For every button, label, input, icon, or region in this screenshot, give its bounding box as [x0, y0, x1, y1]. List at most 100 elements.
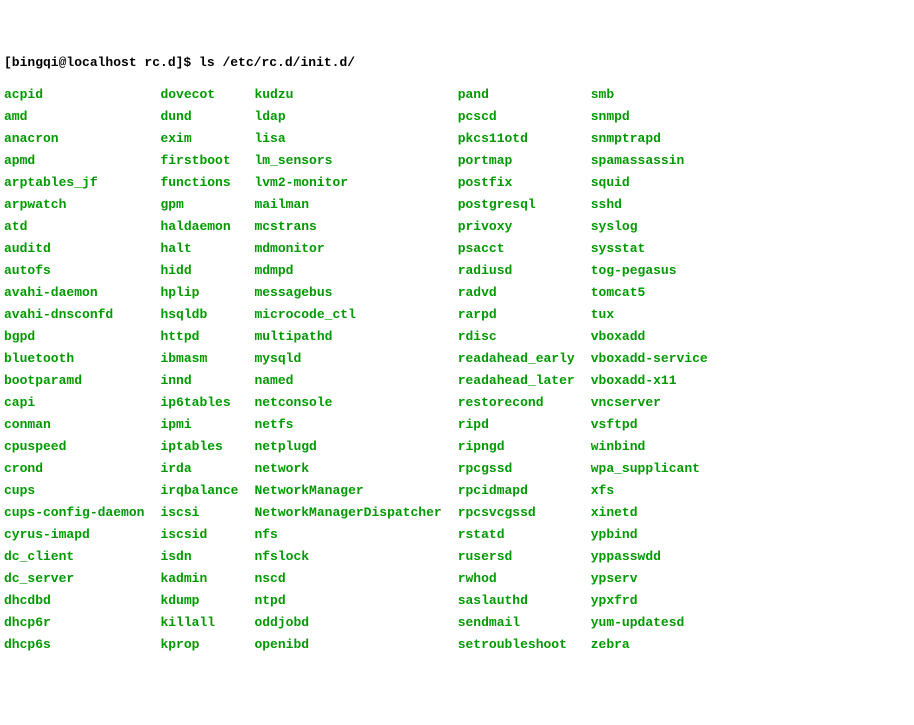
file-entry: xfs — [591, 480, 724, 502]
file-entry: haldaemon — [160, 216, 254, 238]
file-entry: portmap — [458, 150, 591, 172]
file-entry: readahead_later — [458, 370, 591, 392]
file-entry: ripd — [458, 414, 591, 436]
file-entry: lvm2-monitor — [254, 172, 457, 194]
file-entry: iscsid — [160, 524, 254, 546]
file-entry: rusersd — [458, 546, 591, 568]
file-entry: netplugd — [254, 436, 457, 458]
shell-command: ls /etc/rc.d/init.d/ — [199, 55, 355, 70]
file-entry: avahi-daemon — [4, 282, 160, 304]
file-entry: cups-config-daemon — [4, 502, 160, 524]
file-entry: kudzu — [254, 84, 457, 106]
file-entry: kprop — [160, 634, 254, 656]
file-entry: mdmonitor — [254, 238, 457, 260]
file-entry: mailman — [254, 194, 457, 216]
file-entry: amd — [4, 106, 160, 128]
file-entry: rarpd — [458, 304, 591, 326]
file-entry: irda — [160, 458, 254, 480]
file-entry: pcscd — [458, 106, 591, 128]
file-entry: halt — [160, 238, 254, 260]
listing-col-2: kudzuldaplisalm_sensorslvm2-monitormailm… — [254, 84, 457, 656]
file-entry: mcstrans — [254, 216, 457, 238]
file-entry: hsqldb — [160, 304, 254, 326]
file-entry: squid — [591, 172, 724, 194]
file-entry: wpa_supplicant — [591, 458, 724, 480]
file-entry: iptables — [160, 436, 254, 458]
file-entry: ntpd — [254, 590, 457, 612]
file-entry: killall — [160, 612, 254, 634]
file-entry: httpd — [160, 326, 254, 348]
file-entry: spamassassin — [591, 150, 724, 172]
file-entry: exim — [160, 128, 254, 150]
file-entry: tux — [591, 304, 724, 326]
file-entry: rdisc — [458, 326, 591, 348]
file-entry: named — [254, 370, 457, 392]
file-entry: conman — [4, 414, 160, 436]
file-entry: auditd — [4, 238, 160, 260]
file-entry: dhcdbd — [4, 590, 160, 612]
file-entry: arpwatch — [4, 194, 160, 216]
file-entry: ipmi — [160, 414, 254, 436]
file-entry: readahead_early — [458, 348, 591, 370]
file-entry: arptables_jf — [4, 172, 160, 194]
file-entry: network — [254, 458, 457, 480]
listing-col-4: smbsnmpdsnmptrapdspamassassinsquidsshdsy… — [591, 84, 724, 656]
file-entry: cups — [4, 480, 160, 502]
file-entry: bootparamd — [4, 370, 160, 392]
file-entry: openibd — [254, 634, 457, 656]
file-entry: rpcidmapd — [458, 480, 591, 502]
file-entry: vncserver — [591, 392, 724, 414]
file-entry: syslog — [591, 216, 724, 238]
file-entry: NetworkManagerDispatcher — [254, 502, 457, 524]
file-entry: dhcp6r — [4, 612, 160, 634]
file-entry: postfix — [458, 172, 591, 194]
file-entry: smb — [591, 84, 724, 106]
shell-prompt: [bingqi@localhost rc.d]$ — [4, 55, 199, 70]
file-entry: ip6tables — [160, 392, 254, 414]
file-entry: pkcs11otd — [458, 128, 591, 150]
file-entry: isdn — [160, 546, 254, 568]
file-entry: lm_sensors — [254, 150, 457, 172]
file-entry: setroubleshoot — [458, 634, 591, 656]
file-entry: NetworkManager — [254, 480, 457, 502]
file-entry: capi — [4, 392, 160, 414]
file-entry: sshd — [591, 194, 724, 216]
file-entry: dund — [160, 106, 254, 128]
file-entry: rpcgssd — [458, 458, 591, 480]
file-entry: ldap — [254, 106, 457, 128]
file-entry: kadmin — [160, 568, 254, 590]
file-entry: kdump — [160, 590, 254, 612]
file-entry: sysstat — [591, 238, 724, 260]
file-entry: iscsi — [160, 502, 254, 524]
file-entry: xinetd — [591, 502, 724, 524]
listing-col-3: pandpcscdpkcs11otdportmappostfixpostgres… — [458, 84, 591, 656]
file-entry: oddjobd — [254, 612, 457, 634]
file-entry: postgresql — [458, 194, 591, 216]
listing-col-1: dovecotdundeximfirstbootfunctionsgpmhald… — [160, 84, 254, 656]
file-entry: anacron — [4, 128, 160, 150]
file-entry: nscd — [254, 568, 457, 590]
file-entry: rpcsvcgssd — [458, 502, 591, 524]
file-entry: vsftpd — [591, 414, 724, 436]
file-entry: cpuspeed — [4, 436, 160, 458]
file-entry: netfs — [254, 414, 457, 436]
file-entry: snmptrapd — [591, 128, 724, 150]
file-entry: vboxadd-x11 — [591, 370, 724, 392]
file-entry: functions — [160, 172, 254, 194]
file-entry: tog-pegasus — [591, 260, 724, 282]
ls-output: acpidamdanacronapmdarptables_jfarpwatcha… — [4, 84, 910, 656]
file-entry: radiusd — [458, 260, 591, 282]
file-entry: avahi-dnsconfd — [4, 304, 160, 326]
file-entry: rstatd — [458, 524, 591, 546]
file-entry: gpm — [160, 194, 254, 216]
file-entry: tomcat5 — [591, 282, 724, 304]
file-entry: messagebus — [254, 282, 457, 304]
file-entry: dhcp6s — [4, 634, 160, 656]
prompt-line: [bingqi@localhost rc.d]$ ls /etc/rc.d/in… — [4, 56, 910, 69]
file-entry: sendmail — [458, 612, 591, 634]
file-entry: nfs — [254, 524, 457, 546]
listing-col-0: acpidamdanacronapmdarptables_jfarpwatcha… — [4, 84, 160, 656]
file-entry: cyrus-imapd — [4, 524, 160, 546]
file-entry: irqbalance — [160, 480, 254, 502]
file-entry: lisa — [254, 128, 457, 150]
